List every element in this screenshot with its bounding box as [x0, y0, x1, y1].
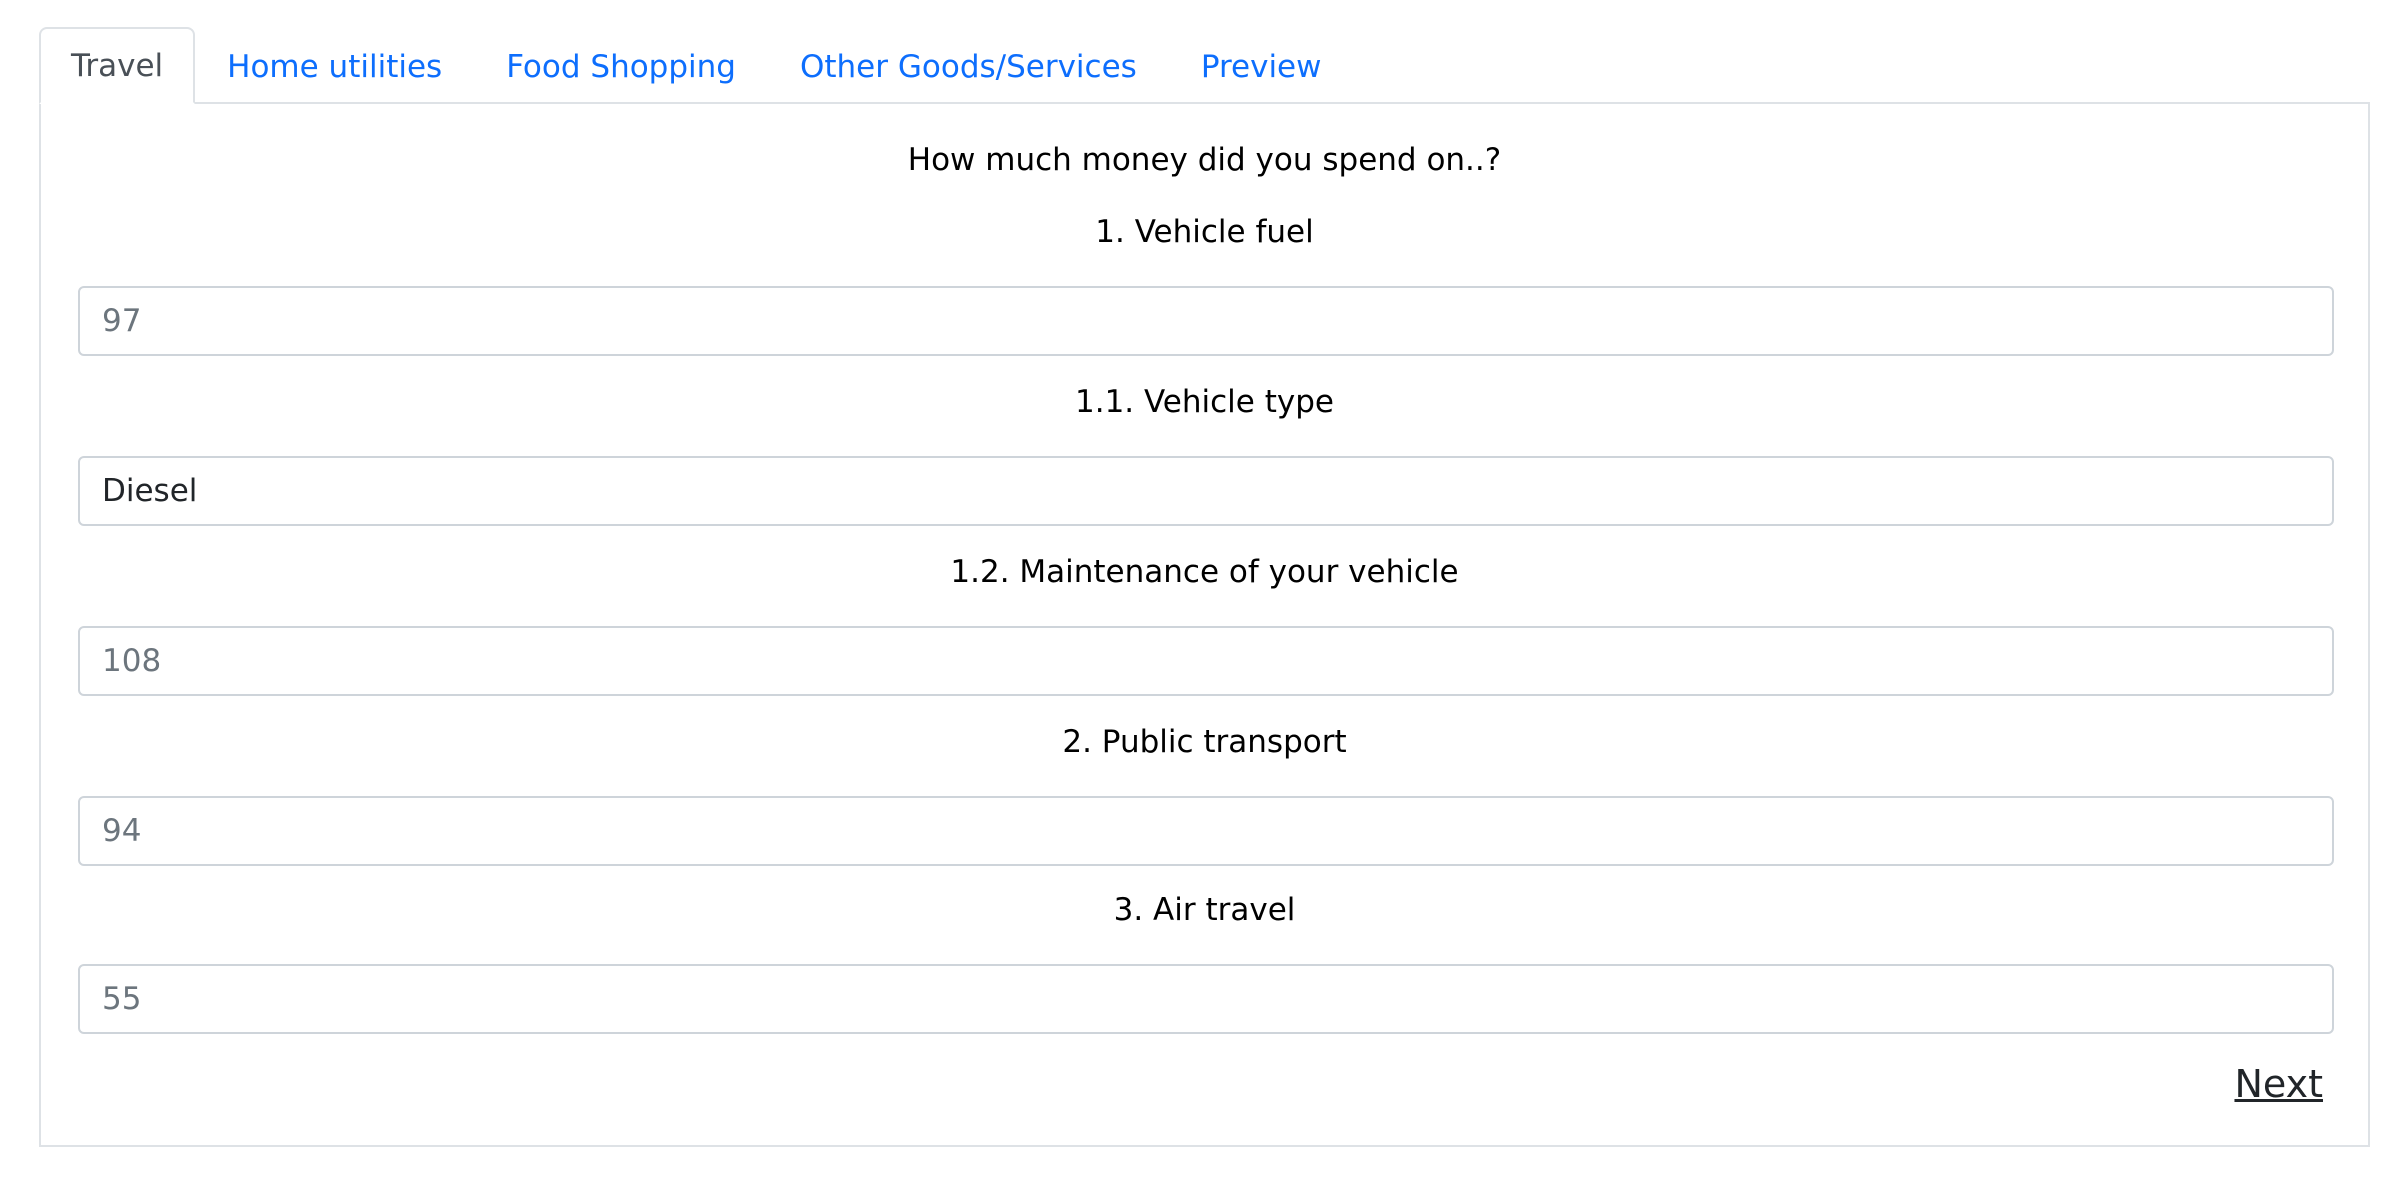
tab-other-goods-services[interactable]: Other Goods/Services: [768, 30, 1169, 104]
public-transport-input[interactable]: [78, 796, 2334, 866]
question-label-vehicle-type: 1.1. Vehicle type: [1075, 384, 1334, 420]
next-button[interactable]: Next: [2234, 1062, 2323, 1106]
question-label-air-travel: 3. Air travel: [1113, 892, 1296, 928]
vehicle-maintenance-input[interactable]: [78, 626, 2334, 696]
travel-panel: How much money did you spend on..? 1. Ve…: [39, 104, 2370, 1147]
category-tabs: Travel Home utilities Food Shopping Othe…: [39, 26, 2370, 104]
survey-page: Travel Home utilities Food Shopping Othe…: [39, 26, 2370, 1147]
question-label-public-transport: 2. Public transport: [1062, 724, 1347, 760]
tab-food-shopping[interactable]: Food Shopping: [474, 30, 768, 104]
tab-home-utilities[interactable]: Home utilities: [195, 30, 474, 104]
form-intro: How much money did you spend on..?: [907, 142, 1502, 178]
tab-preview[interactable]: Preview: [1169, 30, 1354, 104]
question-label-vehicle-maintenance: 1.2. Maintenance of your vehicle: [950, 554, 1459, 590]
vehicle-fuel-input[interactable]: [78, 286, 2334, 356]
air-travel-input[interactable]: [78, 964, 2334, 1034]
question-label-vehicle-fuel: 1. Vehicle fuel: [1095, 214, 1314, 250]
vehicle-type-input[interactable]: [78, 456, 2334, 526]
tab-travel[interactable]: Travel: [39, 27, 196, 104]
